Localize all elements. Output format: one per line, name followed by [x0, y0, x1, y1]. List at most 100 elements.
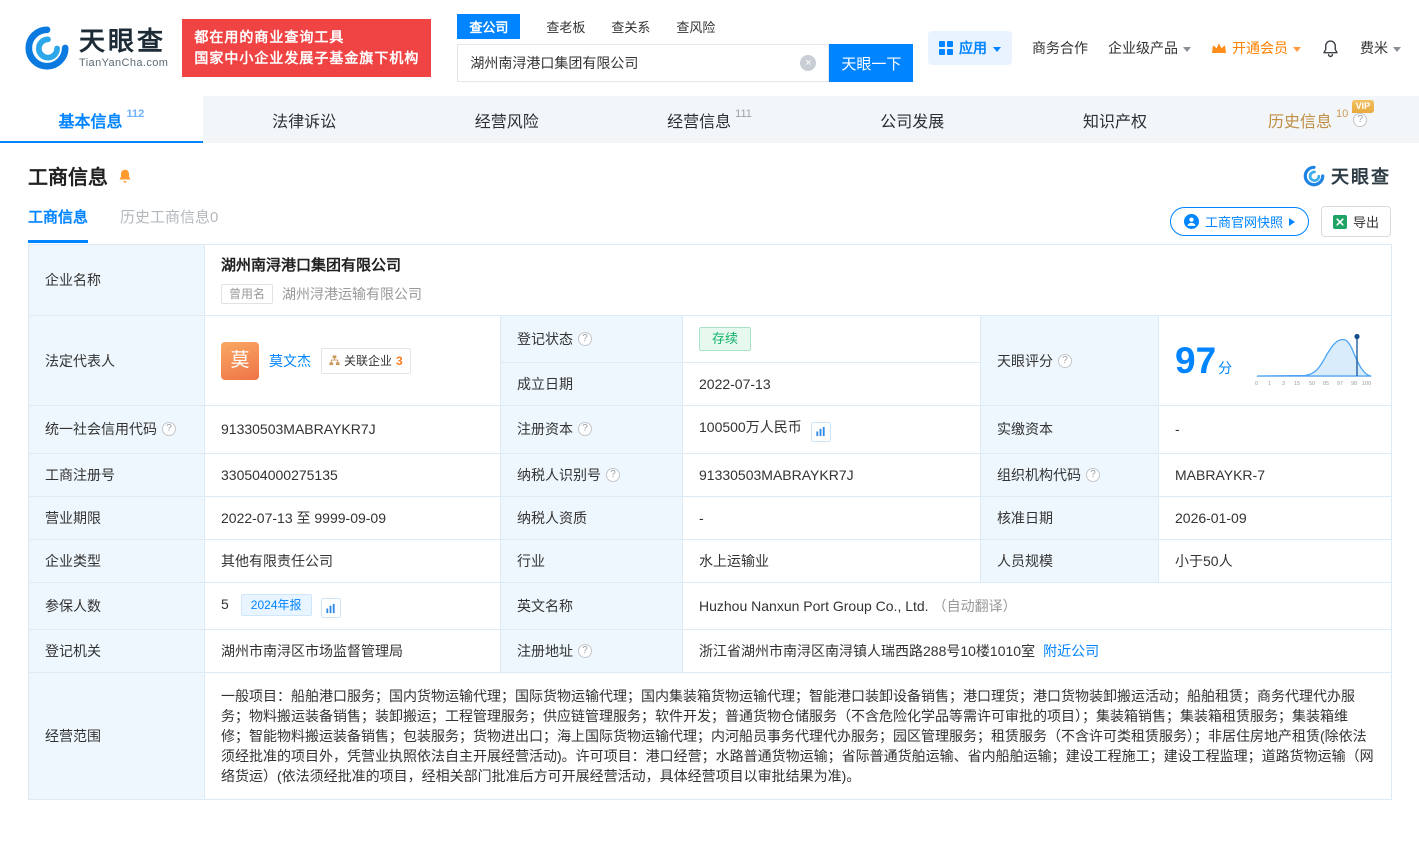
help-icon[interactable]: ? — [578, 422, 592, 437]
menu-biz-cooperation[interactable]: 商务合作 — [1032, 38, 1088, 58]
search-button[interactable]: 天眼一下 — [829, 44, 914, 82]
section-header: 工商信息 天眼查 — [0, 143, 1419, 194]
search-tabs: 查公司 查老板 查关系 查风险 — [457, 14, 913, 39]
subtab-business-info[interactable]: 工商信息 — [28, 206, 89, 243]
company-type-value: 其他有限责任公司 — [204, 538, 501, 583]
search-input[interactable] — [470, 55, 801, 71]
table-row: 工商注册号 330504000275135 纳税人识别号? 91330503MA… — [28, 452, 1393, 497]
logo-domain: TianYanCha.com — [79, 56, 169, 69]
official-snapshot-button[interactable]: 工商官网快照 — [1169, 207, 1309, 236]
table-row: 企业类型 其他有限责任公司 行业 水上运输业 人员规模 小于50人 — [28, 538, 1393, 583]
tab-operation-info[interactable]: 经营信息 111 — [608, 96, 811, 143]
capital-chart-icon[interactable] — [810, 421, 831, 442]
help-icon[interactable]: ? — [606, 467, 620, 482]
table-row: 登记机关 湖州市南浔区市场监督管理局 注册地址? 浙江省湖州市南浔区南浔镇人瑞西… — [28, 629, 1393, 673]
former-name-value: 湖州浔港运输有限公司 — [282, 286, 423, 302]
field-label-english-name: 英文名称 — [500, 581, 683, 630]
svg-text:0: 0 — [1255, 381, 1258, 387]
apps-grid-icon — [939, 41, 953, 55]
help-icon[interactable]: ? — [1058, 353, 1072, 368]
search-tab-risk[interactable]: 查风险 — [676, 17, 715, 36]
apps-menu-label: 应用 — [959, 40, 987, 56]
help-icon[interactable]: ? — [1353, 112, 1368, 127]
company-name-value: 湖州南浔港口集团有限公司 — [221, 257, 402, 274]
taxpayer-id-label: 纳税人识别号 — [517, 466, 601, 483]
search-tab-boss[interactable]: 查老板 — [546, 17, 585, 36]
tab-basic-info-count: 112 — [126, 107, 145, 120]
reg-capital-value: 100500万人民币 — [699, 419, 802, 435]
menu-enterprise-product[interactable]: 企业级产品 — [1108, 38, 1191, 58]
former-name-tag: 曾用名 — [221, 284, 274, 304]
tab-basic-info-label: 基本信息 — [58, 113, 123, 131]
svg-text:98: 98 — [1351, 381, 1357, 387]
subscribe-bell-icon[interactable] — [117, 168, 133, 184]
insured-chart-icon[interactable] — [320, 598, 341, 618]
slogan-line-2: 国家中小企业发展子基金旗下机构 — [194, 50, 420, 66]
table-row: 经营范围 一般项目：船舶港口服务；国内货物运输代理；国际货物运输代理；国内集装箱… — [28, 672, 1393, 800]
tab-company-development[interactable]: 公司发展 — [811, 96, 1014, 143]
open-vip-link[interactable]: 开通会员 — [1211, 38, 1301, 58]
help-icon[interactable]: ? — [578, 644, 592, 658]
tab-history-info-label: 历史信息 — [1268, 113, 1333, 131]
clear-search-icon[interactable]: × — [800, 55, 817, 71]
apps-menu[interactable]: 应用 — [928, 31, 1012, 65]
arrow-right-icon — [1288, 217, 1295, 226]
field-label-company-name: 企业名称 — [28, 244, 205, 316]
company-nav-tabs: 基本信息 112 法律诉讼 经营风险 经营信息 111 公司发展 知识产权 VI… — [0, 96, 1419, 143]
tab-operation-risk[interactable]: 经营风险 — [405, 96, 608, 143]
username: 费米 — [1360, 40, 1388, 56]
field-label-legal-rep: 法定代表人 — [28, 315, 205, 406]
field-label-paid-capital: 实缴资本 — [980, 405, 1159, 454]
field-label-insured-count: 参保人数 — [28, 581, 205, 630]
reg-address-label: 注册地址 — [517, 643, 573, 659]
reg-authority-value: 湖州市南浔区市场监督管理局 — [204, 629, 501, 673]
tab-legal-litigation-label: 法律诉讼 — [272, 113, 337, 131]
subtab-history-business-info[interactable]: 历史工商信息0 — [120, 206, 218, 240]
field-label-reg-number: 工商注册号 — [28, 452, 205, 497]
taxpayer-quality-value: - — [682, 495, 981, 540]
svg-text:85: 85 — [1323, 381, 1329, 387]
reg-address-value: 浙江省湖州市南浔区南浔镇人瑞西路288号10楼1010室 — [699, 643, 1036, 659]
svg-text:97: 97 — [1337, 381, 1343, 387]
score-number: 97 — [1175, 340, 1217, 381]
field-label-reg-address: 注册地址? — [500, 629, 683, 673]
taxpayer-id-value: 91330503MABRAYKR7J — [682, 452, 981, 497]
tab-basic-info[interactable]: 基本信息 112 — [0, 96, 203, 143]
legal-rep-avatar[interactable]: 莫 — [221, 341, 259, 380]
tab-legal-litigation[interactable]: 法律诉讼 — [203, 96, 406, 143]
header-menu: 应用 商务合作 企业级产品 开通会员 费米 — [928, 31, 1401, 65]
score-unit: 分 — [1218, 360, 1233, 376]
user-menu[interactable]: 费米 — [1360, 38, 1401, 58]
tab-company-development-label: 公司发展 — [880, 113, 945, 131]
nearby-companies-link[interactable]: 附近公司 — [1043, 643, 1099, 659]
tab-history-info-count: 10 — [1336, 107, 1349, 120]
tianyancha-logo[interactable]: 天眼查 TianYanCha.com — [24, 25, 168, 71]
export-button[interactable]: 导出 — [1320, 206, 1391, 237]
field-label-establish-date: 成立日期 — [500, 362, 683, 406]
svg-text:15: 15 — [1294, 381, 1300, 387]
svg-text:100: 100 — [1362, 381, 1371, 387]
svg-text:3: 3 — [1282, 381, 1285, 387]
field-label-taxpayer-id: 纳税人识别号? — [500, 452, 683, 497]
brand-slogan: 都在用的商业查询工具 国家中小企业发展子基金旗下机构 — [182, 19, 432, 77]
field-label-org-code: 组织机构代码? — [980, 452, 1159, 497]
reg-capital-label: 注册资本 — [517, 421, 573, 438]
search-tab-company[interactable]: 查公司 — [457, 14, 521, 39]
score-distribution-chart: 0 1 3 15 50 85 97 98 100 — [1255, 333, 1373, 387]
annual-report-tag[interactable]: 2024年报 — [240, 593, 312, 616]
legal-rep-name-link[interactable]: 莫文杰 — [269, 351, 311, 371]
related-companies-count: 3 — [396, 353, 403, 368]
help-icon[interactable]: ? — [162, 422, 176, 437]
help-icon[interactable]: ? — [1086, 467, 1100, 482]
excel-icon — [1332, 214, 1347, 229]
search-tab-relation[interactable]: 查关系 — [611, 17, 650, 36]
tab-history-info[interactable]: VIP 历史信息 10 ? — [1216, 96, 1419, 143]
logo-swirl-icon — [25, 26, 69, 70]
notification-bell-icon[interactable] — [1321, 39, 1340, 58]
search-box[interactable]: × — [457, 44, 830, 82]
chevron-down-icon — [1183, 46, 1191, 52]
related-companies-tag[interactable]: 关联企业 3 — [321, 347, 411, 374]
help-icon[interactable]: ? — [578, 332, 592, 346]
table-row: 法定代表人 莫 莫文杰 关联企业 3 登记状态? 存续 天眼评分 ? 97 分 … — [28, 315, 1393, 406]
tab-intellectual-property[interactable]: 知识产权 — [1014, 96, 1217, 143]
